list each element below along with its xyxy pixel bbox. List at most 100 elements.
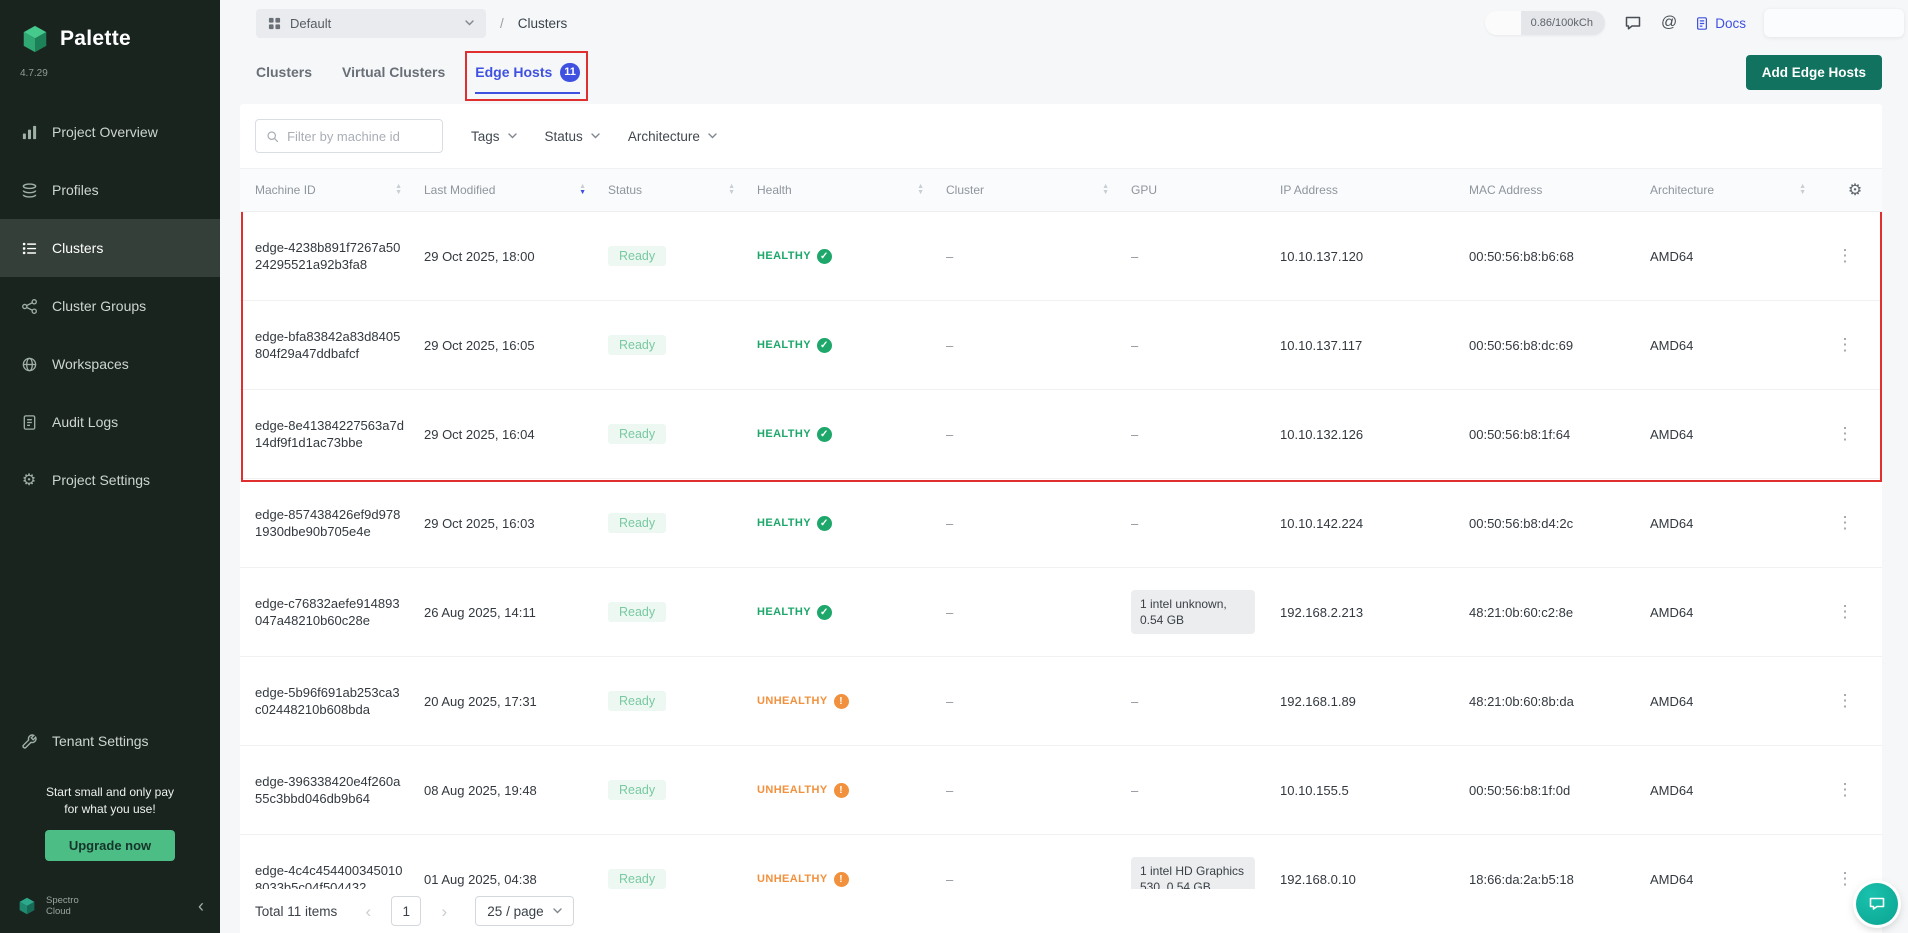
row-menu-button[interactable]: ⋮ [1828,691,1882,711]
row-menu-button[interactable]: ⋮ [1828,780,1882,800]
sort-icon[interactable]: ▲▼ [917,184,924,196]
main-area: Default / Clusters 0.86/100kCh @ Docs Cl… [220,0,1908,933]
chat-icon[interactable] [1623,13,1643,33]
status-badge: Ready [608,602,666,622]
column-header-last-modified[interactable]: Last Modified▲▼ [424,183,608,197]
table-row[interactable]: edge-396338420e4f260a55c3bbd046db9b64 08… [240,746,1882,835]
previous-page-button[interactable]: ‹ [359,903,377,920]
column-header-cluster[interactable]: Cluster▲▼ [946,183,1131,197]
mac-address-cell: 00:50:56:b8:dc:69 [1469,338,1650,353]
cluster-cell: – [946,249,1131,264]
cluster-cell: – [946,694,1131,709]
sidebar-item-audit-logs[interactable]: Audit Logs [0,393,220,451]
total-items-label: Total 11 items [255,904,337,919]
row-menu-button[interactable]: ⋮ [1828,513,1882,533]
row-menu-button[interactable]: ⋮ [1828,246,1882,266]
support-chat-button[interactable] [1856,883,1898,925]
page-size-selector[interactable]: 25 / page [475,896,573,926]
tab-edge-hosts-label: Edge Hosts [475,64,552,80]
table-row[interactable]: edge-857438426ef9d9781930dbe90b705e4e 29… [240,479,1882,568]
kebab-menu-icon[interactable]: ⋮ [1837,424,1854,444]
sidebar-item-profiles[interactable]: Profiles [0,161,220,219]
healthy-check-icon [817,427,832,442]
layers-icon [20,181,38,199]
row-menu-button[interactable]: ⋮ [1828,602,1882,622]
column-settings-button[interactable]: ⚙ [1828,180,1882,200]
kebab-menu-icon[interactable]: ⋮ [1837,335,1854,355]
upgrade-now-button[interactable]: Upgrade now [45,830,175,861]
sidebar-item-workspaces[interactable]: Workspaces [0,335,220,393]
next-page-button[interactable]: › [435,903,453,920]
column-header-architecture[interactable]: Architecture▲▼ [1650,183,1828,197]
sidebar-item-label: Audit Logs [52,414,118,430]
palette-logo: Palette [0,0,220,58]
ip-address-cell: 10.10.132.126 [1280,427,1469,442]
docs-link[interactable]: Docs [1695,16,1746,31]
tab-edge-hosts[interactable]: Edge Hosts 11 [475,40,580,104]
top-bar: Default / Clusters 0.86/100kCh @ Docs [220,0,1908,40]
kebab-menu-icon[interactable]: ⋮ [1837,246,1854,266]
column-header-ip-address: IP Address [1280,183,1469,197]
page-number-button[interactable]: 1 [391,896,421,926]
column-header-mac-address: MAC Address [1469,183,1650,197]
health-status: HEALTHY [757,605,926,620]
machine-id-cell: edge-857438426ef9d9781930dbe90b705e4e [240,506,424,540]
healthy-check-icon [817,516,832,531]
table-row[interactable]: edge-bfa83842a83d8405804f29a47ddbafcf 29… [240,301,1882,390]
column-header-machine-id[interactable]: Machine ID▲▼ [240,183,424,197]
tags-filter-dropdown[interactable]: Tags [471,129,517,144]
user-account-area[interactable] [1764,9,1904,37]
last-modified-cell: 29 Oct 2025, 18:00 [424,249,608,264]
search-input[interactable] [287,129,432,144]
architecture-cell: AMD64 [1650,783,1828,798]
collapse-sidebar-icon[interactable]: ‹ [198,897,204,915]
machine-id-cell: edge-bfa83842a83d8405804f29a47ddbafcf [240,328,424,362]
sidebar-item-project-settings[interactable]: ⚙ Project Settings [0,451,220,509]
cluster-cell: – [946,338,1131,353]
status-badge: Ready [608,869,666,889]
column-header-status[interactable]: Status▲▼ [608,183,757,197]
row-menu-button[interactable]: ⋮ [1828,335,1882,355]
table-row[interactable]: edge-8e41384227563a7d14df9f1d1ac73bbe 29… [240,390,1882,479]
architecture-cell: AMD64 [1650,338,1828,353]
table-gear-icon[interactable]: ⚙ [1848,180,1862,200]
sidebar-item-clusters[interactable]: Clusters [0,219,220,277]
sidebar-item-tenant-settings[interactable]: Tenant Settings [0,712,220,770]
kebab-menu-icon[interactable]: ⋮ [1837,869,1854,889]
top-bar-right: 0.86/100kCh @ Docs [1485,9,1904,37]
mention-icon[interactable]: @ [1661,14,1677,32]
sidebar-item-project-overview[interactable]: Project Overview [0,103,220,161]
status-badge: Ready [608,780,666,800]
sidebar-item-cluster-groups[interactable]: Cluster Groups [0,277,220,335]
sidebar: Palette 4.7.29 Project Overview Profiles… [0,0,220,933]
kebab-menu-icon[interactable]: ⋮ [1837,691,1854,711]
kebab-menu-icon[interactable]: ⋮ [1837,513,1854,533]
sort-icon[interactable]: ▲▼ [395,184,402,196]
kebab-menu-icon[interactable]: ⋮ [1837,780,1854,800]
breadcrumb[interactable]: Clusters [518,16,568,31]
machine-id-search[interactable] [255,119,443,153]
docs-label: Docs [1715,16,1746,31]
ip-address-cell: 192.168.1.89 [1280,694,1469,709]
mac-address-cell: 00:50:56:b8:d4:2c [1469,516,1650,531]
table-row[interactable]: edge-4238b891f7267a5024295521a92b3fa8 29… [240,212,1882,301]
table-row[interactable]: edge-4c4c4544003450108033b5c04f504432 01… [240,835,1882,889]
table-row[interactable]: edge-5b96f691ab253ca3c02448210b608bda 20… [240,657,1882,746]
sort-icon[interactable]: ▲▼ [728,184,735,196]
tab-clusters[interactable]: Clusters [256,40,312,104]
breadcrumb-separator: / [500,16,504,31]
filter-bar: Tags Status Architecture [240,104,1882,168]
sort-icon[interactable]: ▲▼ [1799,184,1806,196]
add-edge-hosts-button[interactable]: Add Edge Hosts [1746,55,1882,90]
row-menu-button[interactable]: ⋮ [1828,424,1882,444]
project-selector[interactable]: Default [256,9,486,38]
status-filter-dropdown[interactable]: Status [545,129,600,144]
table-row[interactable]: edge-c76832aefe914893047a48210b60c28e 26… [240,568,1882,657]
kebab-menu-icon[interactable]: ⋮ [1837,602,1854,622]
architecture-filter-dropdown[interactable]: Architecture [628,129,717,144]
mac-address-cell: 00:50:56:b8:b6:68 [1469,249,1650,264]
tab-virtual-clusters[interactable]: Virtual Clusters [342,40,445,104]
column-header-health[interactable]: Health▲▼ [757,183,946,197]
sort-icon[interactable]: ▲▼ [1102,184,1109,196]
sort-icon[interactable]: ▲▼ [579,184,586,196]
